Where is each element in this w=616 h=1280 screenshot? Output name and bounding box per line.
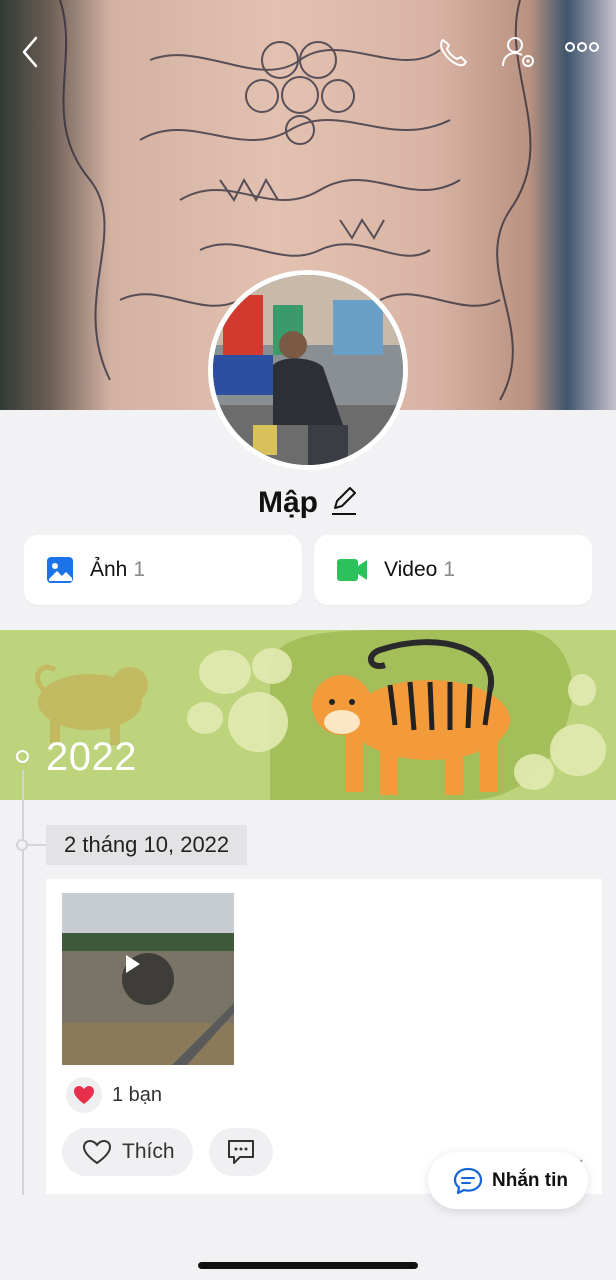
chevron-left-icon [22, 36, 38, 68]
phone-icon [440, 39, 467, 67]
edit-name-button[interactable] [330, 484, 358, 521]
videos-count: 1 [443, 558, 456, 581]
image-icon [46, 556, 74, 584]
photos-button[interactable]: Ảnh 1 [24, 535, 302, 605]
timeline-date: 2 tháng 10, 2022 [46, 825, 248, 865]
like-label: Thích [122, 1140, 175, 1163]
timeline-connector [28, 844, 46, 846]
comment-button[interactable] [209, 1128, 273, 1176]
message-label: Nhắn tin [492, 1169, 568, 1191]
chat-bubble-icon [453, 1167, 483, 1194]
home-indicator [198, 1262, 418, 1269]
more-dots-icon [565, 42, 599, 52]
videos-label: Video [384, 558, 438, 581]
timeline-year-dot [16, 750, 29, 763]
photos-label: Ảnh [90, 558, 128, 581]
video-thumbnail[interactable] [62, 893, 234, 1065]
pencil-icon [332, 487, 356, 515]
timeline-year: 2022 [46, 735, 137, 779]
post-card: 1 bạn Thích ... [46, 879, 602, 1194]
avatar[interactable] [208, 270, 408, 470]
timeline-date-dot [16, 839, 28, 851]
message-button[interactable]: Nhắn tin [428, 1152, 588, 1209]
play-icon [126, 955, 140, 973]
reaction-count: 1 bạn [112, 1083, 163, 1106]
like-button[interactable]: Thích [62, 1128, 193, 1176]
heart-outline-icon [82, 1139, 112, 1165]
heart-icon [66, 1077, 102, 1113]
timeline-line [22, 770, 24, 1195]
video-camera-icon [336, 557, 368, 583]
profile-name-row: Mập [0, 484, 616, 521]
reaction-summary[interactable]: 1 bạn [66, 1077, 162, 1113]
play-button[interactable] [122, 953, 174, 1005]
comment-icon [228, 1140, 254, 1164]
profile-name: Mập [258, 485, 318, 519]
user-gear-icon [502, 37, 534, 67]
avatar-image [213, 275, 403, 465]
videos-button[interactable]: Video 1 [314, 535, 592, 605]
photos-count: 1 [133, 558, 146, 581]
